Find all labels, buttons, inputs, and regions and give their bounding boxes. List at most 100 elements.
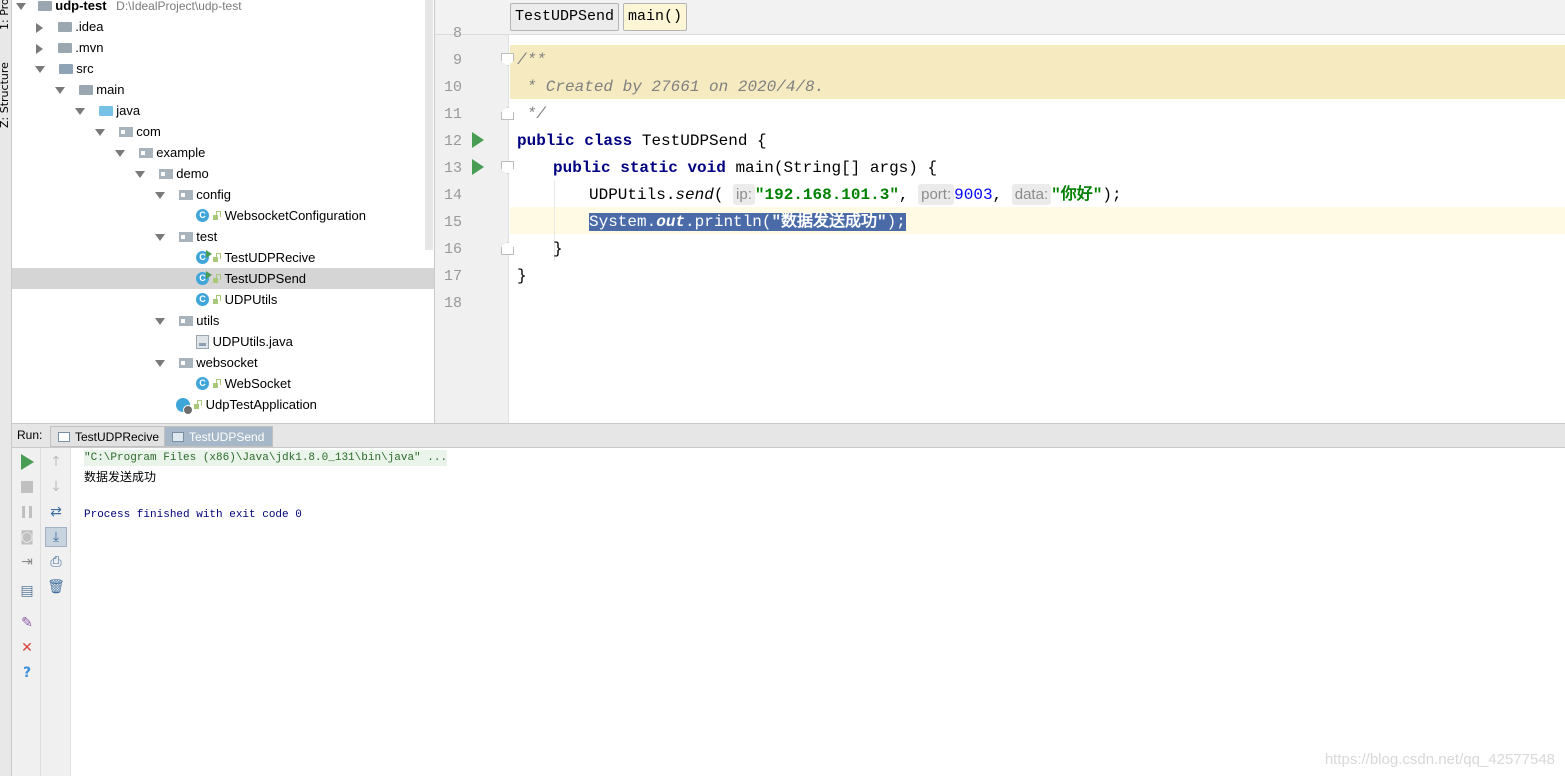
code-editor[interactable]: TestUDPSend main() 8 9 10 11 12 13 14 15… bbox=[435, 0, 1565, 423]
breadcrumb-class[interactable]: TestUDPSend bbox=[510, 3, 620, 31]
expand-arrow-icon[interactable] bbox=[155, 360, 165, 368]
run-tab-testudpsend[interactable]: TestUDPSend bbox=[164, 426, 274, 447]
tree-node-src[interactable]: src bbox=[35, 58, 94, 79]
stop-icon bbox=[21, 481, 33, 493]
tree-node-websocketconfiguration[interactable]: C WebsocketConfiguration bbox=[196, 205, 366, 226]
pin-icon: ✎ bbox=[21, 615, 33, 631]
play-icon bbox=[20, 454, 34, 470]
code-line-16: } bbox=[553, 240, 563, 258]
console-output-line: 数据发送成功 bbox=[84, 470, 157, 484]
tree-node-root[interactable]: udp-test D:\IdealProject\udp-test bbox=[16, 0, 242, 16]
expand-arrow-icon[interactable] bbox=[75, 108, 85, 116]
string-literal: "你好" bbox=[1051, 186, 1103, 204]
run-tab-testudprecive[interactable]: TestUDPRecive bbox=[50, 426, 169, 447]
tree-node-test[interactable]: test bbox=[155, 226, 217, 247]
root-path: D:\IdealProject\udp-test bbox=[116, 0, 242, 13]
help-button[interactable]: ? bbox=[18, 664, 36, 682]
arrow-up-icon: ↑ bbox=[50, 454, 62, 470]
tree-node-demo[interactable]: demo bbox=[135, 163, 209, 184]
package-icon bbox=[178, 189, 193, 200]
exit-button[interactable]: ⇥ bbox=[18, 553, 36, 571]
code-text: System. bbox=[589, 213, 657, 231]
breadcrumb-method[interactable]: main() bbox=[623, 3, 688, 31]
tree-node-utils[interactable]: utils bbox=[155, 310, 219, 331]
tree-scrollbar[interactable] bbox=[425, 0, 433, 250]
clear-all-button[interactable]: 🗑 bbox=[47, 578, 65, 596]
project-tool-tab[interactable]: 1: Pro bbox=[0, 0, 11, 30]
node-label: utils bbox=[196, 313, 220, 328]
tree-node-udputils-java[interactable]: UDPUtils.java bbox=[196, 331, 293, 352]
expand-arrow-icon[interactable] bbox=[115, 150, 125, 158]
structure-tool-tab[interactable]: Z: Structure bbox=[0, 62, 11, 128]
tree-node-example[interactable]: example bbox=[115, 142, 205, 163]
tree-node-websocket[interactable]: websocket bbox=[155, 352, 258, 373]
tree-node-java[interactable]: java bbox=[75, 100, 140, 121]
node-label: demo bbox=[176, 166, 209, 181]
watermark: https://blog.csdn.net/qq_42577548 bbox=[1324, 751, 1555, 768]
scroll-to-end-button[interactable]: ⤓ bbox=[45, 527, 67, 547]
stop-button[interactable] bbox=[18, 478, 36, 496]
tree-node-main[interactable]: main bbox=[55, 79, 124, 100]
code-line-15: System.out.println("数据发送成功"); bbox=[589, 209, 906, 236]
scroll-up-button[interactable]: ↑ bbox=[47, 453, 65, 471]
node-label: UDPUtils bbox=[224, 292, 278, 307]
expand-arrow-icon[interactable] bbox=[95, 129, 105, 137]
tree-node-testudprecive[interactable]: C TestUDPRecive bbox=[196, 247, 315, 268]
help-icon: ? bbox=[22, 665, 32, 681]
soft-wrap-button[interactable]: ⇄ bbox=[47, 503, 65, 521]
keyword: public bbox=[553, 159, 611, 177]
keyword: static bbox=[620, 159, 678, 177]
run-class-icon[interactable] bbox=[472, 132, 484, 148]
tree-node-config[interactable]: config bbox=[155, 184, 231, 205]
print-button[interactable]: ⎙ bbox=[47, 553, 65, 571]
wrap-icon: ⇄ bbox=[50, 504, 62, 520]
tree-node-idea[interactable]: .idea bbox=[36, 16, 103, 37]
keyword: class bbox=[584, 132, 633, 150]
close-button[interactable]: ✕ bbox=[18, 639, 36, 657]
code-text: , bbox=[992, 186, 1012, 204]
string-literal: "192.168.101.3" bbox=[754, 186, 899, 204]
code-text: .println( bbox=[685, 213, 772, 231]
lock-icon bbox=[194, 400, 202, 410]
run-tab-label: TestUDPSend bbox=[189, 430, 265, 444]
param-hint: port: bbox=[918, 184, 955, 205]
node-label: websocket bbox=[196, 355, 258, 370]
tree-node-udputils[interactable]: C UDPUtils bbox=[196, 289, 277, 310]
dump-threads-button[interactable]: ◙ bbox=[18, 528, 36, 546]
project-tree: udp-test D:\IdealProject\udp-test .idea … bbox=[12, 0, 434, 423]
param-hint: ip: bbox=[733, 184, 755, 205]
tree-node-udptestapplication[interactable]: UdpTestApplication bbox=[176, 394, 317, 415]
expand-arrow-icon[interactable] bbox=[155, 234, 165, 242]
console-output[interactable]: "C:\Program Files (x86)\Java\jdk1.8.0_13… bbox=[72, 448, 1565, 776]
collapse-arrow-icon[interactable] bbox=[36, 22, 43, 33]
collapse-arrow-icon[interactable] bbox=[36, 43, 43, 54]
method-name: send bbox=[675, 186, 714, 204]
folder-icon bbox=[78, 84, 93, 95]
expand-arrow-icon[interactable] bbox=[135, 171, 145, 179]
expand-arrow-icon[interactable] bbox=[16, 3, 26, 11]
folder-icon bbox=[57, 21, 72, 32]
line-number: 11 bbox=[443, 106, 462, 123]
rerun-button[interactable] bbox=[18, 453, 36, 471]
pause-button[interactable] bbox=[18, 503, 36, 521]
line-number: 12 bbox=[443, 133, 462, 150]
expand-arrow-icon[interactable] bbox=[155, 318, 165, 326]
package-icon bbox=[118, 126, 133, 137]
root-name: udp-test bbox=[55, 0, 107, 13]
expand-arrow-icon[interactable] bbox=[55, 87, 65, 95]
run-main-icon[interactable] bbox=[472, 159, 484, 175]
scroll-down-button[interactable]: ↓ bbox=[47, 478, 65, 496]
print-icon: ⎙ bbox=[50, 554, 62, 570]
tree-node-mvn[interactable]: .mvn bbox=[36, 37, 103, 58]
string-literal: "数据发送成功" bbox=[771, 213, 887, 231]
text-selection[interactable]: System.out.println("数据发送成功"); bbox=[589, 213, 906, 231]
tree-node-com[interactable]: com bbox=[95, 121, 161, 142]
expand-arrow-icon[interactable] bbox=[35, 66, 45, 74]
tree-node-websocket-class[interactable]: C WebSocket bbox=[196, 373, 291, 394]
tree-node-testudpsend[interactable]: C TestUDPSend bbox=[196, 268, 306, 289]
node-label: config bbox=[196, 187, 231, 202]
scroll-end-icon: ⤓ bbox=[52, 529, 60, 545]
layout-button[interactable]: ▤ bbox=[18, 582, 36, 600]
expand-arrow-icon[interactable] bbox=[155, 192, 165, 200]
pin-tab-button[interactable]: ✎ bbox=[18, 614, 36, 632]
